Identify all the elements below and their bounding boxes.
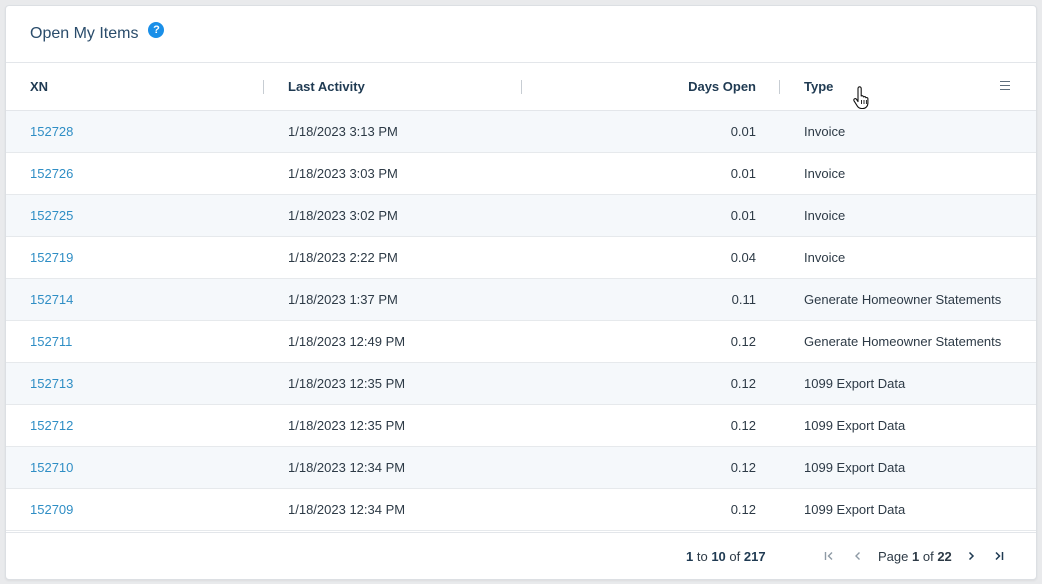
card-header: Open My Items ? xyxy=(6,6,1036,63)
page-word: Page xyxy=(878,549,909,564)
cell-type: Invoice xyxy=(804,166,846,181)
cell-xn: 152726 xyxy=(6,153,264,194)
table-row[interactable]: 152712 1/18/2023 12:35 PM 0.12 1099 Export … xyxy=(6,405,1036,447)
cell-type: 1099 Export Data xyxy=(804,502,906,517)
cell-last-activity: 1/18/2023 12:49 PM xyxy=(288,334,406,349)
cell-days-open: 0.04 xyxy=(730,250,756,265)
range-end: 10 xyxy=(711,549,726,564)
pager-range-summary: 1 to 10 of 217 xyxy=(686,549,766,564)
first-page-button[interactable] xyxy=(818,545,840,567)
cell-type: Generate Homeowner Statements xyxy=(804,334,1002,349)
cell-type: Invoice xyxy=(804,208,846,223)
xn-link[interactable]: 152710 xyxy=(30,460,73,475)
table-row[interactable]: 152728 1/18/2023 3:13 PM 0.01 Invoice xyxy=(6,111,1036,153)
cell-last-activity: 1/18/2023 3:02 PM xyxy=(288,208,398,223)
cell-xn: 152709 xyxy=(6,489,264,530)
range-to: to xyxy=(696,549,708,564)
xn-link[interactable]: 152726 xyxy=(30,166,73,181)
hamburger-menu-icon[interactable] xyxy=(1000,81,1010,90)
cell-last-activity: 1/18/2023 12:34 PM xyxy=(288,460,406,475)
cell-xn: 152713 xyxy=(6,363,264,404)
cell-type: 1099 Export Data xyxy=(804,418,906,433)
column-header-last-activity[interactable]: Last Activity xyxy=(264,63,522,110)
grid-body: 152728 1/18/2023 3:13 PM 0.01 Invoice 152726… xyxy=(6,111,1036,531)
cell-days-open: 0.01 xyxy=(730,166,756,181)
table-row[interactable]: 152725 1/18/2023 3:02 PM 0.01 Invoice xyxy=(6,195,1036,237)
cell-type: Generate Homeowner Statements xyxy=(804,292,1002,307)
xn-link[interactable]: 152711 xyxy=(30,334,72,349)
last-page-icon xyxy=(995,551,1004,561)
xn-link[interactable]: 152714 xyxy=(30,292,73,307)
table-row[interactable]: 152714 1/18/2023 1:37 PM 0.11 Generate Home… xyxy=(6,279,1036,321)
cell-last-activity: 1/18/2023 3:03 PM xyxy=(288,166,398,181)
cell-xn: 152712 xyxy=(6,405,264,446)
question-circle-icon[interactable]: ? xyxy=(148,22,165,38)
table-row[interactable]: 152711 1/18/2023 12:49 PM 0.12 Generate Hom… xyxy=(6,321,1036,363)
table-row[interactable]: 152713 1/18/2023 12:35 PM 0.12 1099 Export … xyxy=(6,363,1036,405)
table-row[interactable]: 152710 1/18/2023 12:34 PM 0.12 1099 Export … xyxy=(6,447,1036,489)
open-my-items-card: Open My Items ? XN Last Activity Days Op… xyxy=(5,5,1037,580)
total-pages: 22 xyxy=(937,549,952,564)
page-indicator: Page 1 of 22 xyxy=(878,549,952,564)
first-page-icon xyxy=(824,552,833,560)
xn-link[interactable]: 152728 xyxy=(30,124,73,139)
table-row[interactable]: 152709 1/18/2023 12:34 PM 0.12 1099 Export … xyxy=(6,489,1036,531)
cell-type: Invoice xyxy=(804,250,846,265)
page-of: of xyxy=(922,549,934,564)
cell-days-open: 0.01 xyxy=(730,208,756,223)
cell-type: 1099 Export Data xyxy=(804,376,906,391)
cell-last-activity: 1/18/2023 12:35 PM xyxy=(288,376,406,391)
column-header-days-open[interactable]: Days Open xyxy=(522,63,780,110)
column-header-label: Last Activity xyxy=(288,79,365,94)
range-of: of xyxy=(729,549,741,564)
xn-link[interactable]: 152713 xyxy=(30,376,73,391)
previous-page-icon xyxy=(855,552,860,560)
range-total: 217 xyxy=(743,549,766,564)
cell-last-activity: 1/18/2023 1:37 PM xyxy=(288,292,398,307)
column-header-label: Days Open xyxy=(688,79,756,94)
cell-days-open: 0.12 xyxy=(730,334,756,349)
range-start: 1 xyxy=(686,549,694,564)
column-header-label: XN xyxy=(30,79,49,94)
cell-days-open: 0.12 xyxy=(730,418,756,433)
xn-link[interactable]: 152719 xyxy=(30,250,73,265)
column-header-xn[interactable]: XN xyxy=(6,63,264,110)
cell-xn: 152714 xyxy=(6,279,264,320)
cell-last-activity: 1/18/2023 12:35 PM xyxy=(288,418,406,433)
cell-xn: 152710 xyxy=(6,447,264,488)
cell-days-open: 0.01 xyxy=(730,124,756,139)
cell-last-activity: 1/18/2023 3:13 PM xyxy=(288,124,398,139)
grid-header: XN Last Activity Days Open Type xyxy=(6,63,1036,111)
items-grid: XN Last Activity Days Open Type 152728 1/… xyxy=(6,63,1036,531)
cell-xn: 152728 xyxy=(6,111,264,152)
cell-last-activity: 1/18/2023 2:22 PM xyxy=(288,250,398,265)
xn-link[interactable]: 152709 xyxy=(30,502,73,517)
table-row[interactable]: 152726 1/18/2023 3:03 PM 0.01 Invoice xyxy=(6,153,1036,195)
current-page: 1 xyxy=(912,549,920,564)
table-row[interactable]: 152719 1/18/2023 2:22 PM 0.04 Invoice xyxy=(6,237,1036,279)
cell-type: Invoice xyxy=(804,124,846,139)
cell-last-activity: 1/18/2023 12:34 PM xyxy=(288,502,406,517)
grid-pager: 1 to 10 of 217 Page 1 of 22 xyxy=(6,532,1036,579)
cell-days-open: 0.11 xyxy=(731,292,756,307)
cell-type: 1099 Export Data xyxy=(804,460,906,475)
cell-xn: 152725 xyxy=(6,195,264,236)
xn-link[interactable]: 152712 xyxy=(30,418,73,433)
cell-days-open: 0.12 xyxy=(730,502,756,517)
last-page-button[interactable] xyxy=(988,545,1010,567)
next-page-icon xyxy=(968,551,975,561)
previous-page-button[interactable] xyxy=(847,545,869,567)
next-page-button[interactable] xyxy=(960,545,982,567)
cell-xn: 152719 xyxy=(6,237,264,278)
card-title: Open My Items xyxy=(30,25,139,42)
cell-days-open: 0.12 xyxy=(730,376,756,391)
xn-link[interactable]: 152725 xyxy=(30,208,73,223)
column-header-type[interactable]: Type xyxy=(780,63,1036,110)
column-header-label: Type xyxy=(804,79,834,94)
cell-days-open: 0.12 xyxy=(730,460,756,475)
cell-xn: 152711 xyxy=(6,321,264,362)
